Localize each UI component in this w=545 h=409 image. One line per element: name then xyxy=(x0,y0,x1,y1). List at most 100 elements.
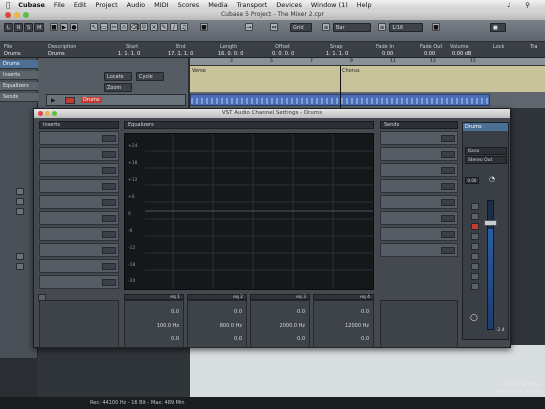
eq-band-4-q[interactable]: 0.0 xyxy=(361,336,369,342)
eq-band-2-gain[interactable]: 0.0 xyxy=(234,309,242,315)
output-routing-select[interactable]: Stereo Out xyxy=(465,156,507,164)
menu-devices[interactable]: Devices xyxy=(276,1,302,9)
bypass-inserts-button[interactable] xyxy=(471,273,479,280)
send-slot-4[interactable] xyxy=(380,179,458,193)
power-icon[interactable]: ○ xyxy=(470,313,478,323)
menu-scores[interactable]: Scores xyxy=(178,1,200,9)
send-slot-2[interactable] xyxy=(380,147,458,161)
send-power-button[interactable] xyxy=(441,231,455,238)
line-tool-icon[interactable]: ∕ xyxy=(170,23,178,31)
eq-band-3-freq[interactable]: 2000.0 Hz xyxy=(280,323,305,329)
send-slot-8[interactable] xyxy=(380,243,458,257)
pan-knob-icon[interactable]: ◔ xyxy=(489,175,495,183)
draw-tool-icon[interactable]: ✎ xyxy=(160,23,168,31)
eq-band-1[interactable]: 0.0 100.0 Hz 0.0 xyxy=(124,300,184,348)
send-slot-1[interactable] xyxy=(380,131,458,145)
snap-icon[interactable]: ≡ xyxy=(322,23,330,31)
close-window-button[interactable] xyxy=(5,12,11,18)
write-automation-button[interactable] xyxy=(471,253,479,260)
minimize-window-button[interactable] xyxy=(14,12,20,18)
inspector-icon-3[interactable] xyxy=(16,208,24,215)
inspector-track-name[interactable]: Drums xyxy=(0,60,38,69)
menu-media[interactable]: Media xyxy=(208,1,228,9)
insert-power-button[interactable] xyxy=(102,135,116,142)
expand-track-icon[interactable]: ▶ xyxy=(51,97,56,104)
info-value-snap[interactable]: 1. 1. 1. 0 xyxy=(326,51,348,57)
info-value-offset[interactable]: 0. 0. 0. 0 xyxy=(272,51,294,57)
send-slot-6[interactable] xyxy=(380,211,458,225)
color-select-icon[interactable]: ■ xyxy=(432,23,440,31)
insert-slot-3[interactable] xyxy=(39,163,119,177)
split-tool-icon[interactable]: ✂ xyxy=(110,23,118,31)
snap-value-select[interactable]: Bar xyxy=(333,23,371,32)
eq-band-4-gain[interactable]: 0.0 xyxy=(361,309,369,315)
input-routing-select[interactable]: Kano xyxy=(465,147,507,155)
record-enable-button[interactable] xyxy=(65,97,75,104)
inspector-equalizers[interactable]: Equalizers xyxy=(0,82,38,91)
info-value-fade-out[interactable]: 0.00 xyxy=(424,51,435,57)
insert-slot-8[interactable] xyxy=(39,243,119,257)
spotlight-icon[interactable]: ⚲ xyxy=(525,1,530,9)
eq-band-3[interactable]: 0.0 2000.0 Hz 0.0 xyxy=(250,300,310,348)
eq-band-3-gain[interactable]: 0.0 xyxy=(297,309,305,315)
eq-band-4[interactable]: 0.0 12000 Hz 0.0 xyxy=(313,300,374,348)
toolbar-button-r[interactable]: R xyxy=(14,23,24,32)
marker-verse[interactable]: Verse xyxy=(192,68,206,74)
send-power-button[interactable] xyxy=(441,135,455,142)
eq-band-1-gain[interactable]: 0.0 xyxy=(171,309,179,315)
insert-slot-6[interactable] xyxy=(39,211,119,225)
send-power-button[interactable] xyxy=(441,247,455,254)
marker-chorus[interactable]: Chorus xyxy=(342,68,360,74)
insert-slot-4[interactable] xyxy=(39,179,119,193)
info-value-length[interactable]: 16. 0. 0. 0 xyxy=(218,51,243,57)
play-tool-icon[interactable]: ♫ xyxy=(180,23,188,31)
inspector-icon-1[interactable] xyxy=(16,188,24,195)
insert-power-button[interactable] xyxy=(102,231,116,238)
vst-minimize-button[interactable] xyxy=(45,110,50,116)
send-power-button[interactable] xyxy=(441,151,455,158)
channel-level-readout[interactable]: 0.00 xyxy=(465,177,479,184)
quantize-icon[interactable]: ≡ xyxy=(378,23,386,31)
volume-icon[interactable]: ♩ xyxy=(507,1,510,9)
insert-power-button[interactable] xyxy=(102,215,116,222)
zoom-window-button[interactable] xyxy=(23,12,29,18)
send-power-button[interactable] xyxy=(441,183,455,190)
record-icon[interactable]: ● xyxy=(70,23,78,31)
record-enable-strip-button[interactable] xyxy=(471,223,479,230)
erase-tool-icon[interactable]: ⌫ xyxy=(130,23,139,31)
toolbar-button-m[interactable]: M xyxy=(34,23,45,32)
eq-band-1-freq[interactable]: 100.0 Hz xyxy=(157,323,179,329)
send-power-button[interactable] xyxy=(441,199,455,206)
cycle-select[interactable]: Cycle xyxy=(136,72,164,81)
eq-band-2-q[interactable]: 0.0 xyxy=(234,336,242,342)
autoscroll-icon[interactable]: → xyxy=(245,23,253,31)
menu-audio[interactable]: Audio xyxy=(127,1,145,9)
apple-menu[interactable]:  xyxy=(6,1,10,9)
info-value-volume[interactable]: 0.00 dB xyxy=(452,51,471,57)
glue-tool-icon[interactable]: ∩ xyxy=(120,23,128,31)
insert-slot-7[interactable] xyxy=(39,227,119,241)
insert-power-button[interactable] xyxy=(102,167,116,174)
zoom-select[interactable]: Zoom xyxy=(104,83,132,92)
send-slot-5[interactable] xyxy=(380,195,458,209)
project-cursor[interactable] xyxy=(340,66,341,108)
inspector-icon-5[interactable] xyxy=(16,263,24,270)
toolbar-button-l[interactable]: L xyxy=(4,23,13,32)
object-selection-tool-icon[interactable]: ↖ xyxy=(90,23,98,31)
eq-band-4-freq[interactable]: 12000 Hz xyxy=(345,323,369,329)
color-tool-icon[interactable]: ■ xyxy=(200,23,208,31)
send-power-button[interactable] xyxy=(441,215,455,222)
menu-window[interactable]: Window (1) xyxy=(311,1,348,9)
info-value-file[interactable]: Drums xyxy=(4,51,21,57)
eq-band-2[interactable]: 0.0 800.0 Hz 0.0 xyxy=(187,300,247,348)
edit-channel-button[interactable] xyxy=(471,263,479,270)
mute-button[interactable] xyxy=(471,203,479,210)
menu-edit[interactable]: Edit xyxy=(74,1,87,9)
vst-zoom-button[interactable] xyxy=(52,110,57,116)
info-value-end[interactable]: 17. 1. 1. 0 xyxy=(168,51,193,57)
insert-power-button[interactable] xyxy=(102,151,116,158)
toolbar-blue-button[interactable]: ■ xyxy=(490,23,506,32)
inspector-icon-4[interactable] xyxy=(16,253,24,260)
timeline-ruler[interactable]: 3 5 7 9 11 13 15 xyxy=(190,58,545,66)
insert-power-button[interactable] xyxy=(102,279,116,286)
